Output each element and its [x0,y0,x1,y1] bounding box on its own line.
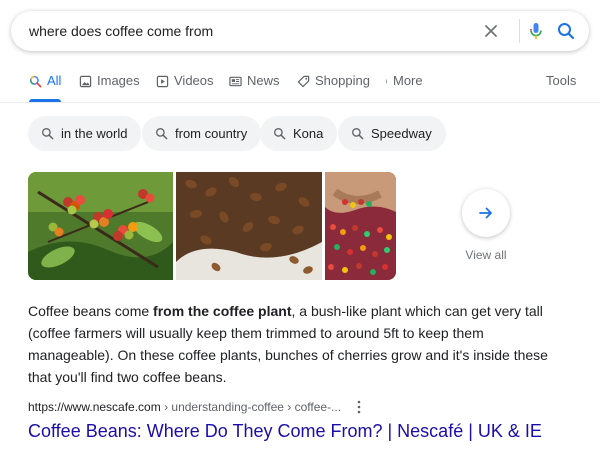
tab-news-label: News [247,73,280,88]
view-all-button[interactable] [462,189,510,237]
image-roasted-beans[interactable] [176,172,322,280]
search-tabs: All Images Videos News Shopping More Too… [0,72,600,102]
image-hands-coffee-cherries[interactable] [325,172,396,280]
snippet-highlight: from the coffee plant [153,303,292,319]
more-vert-icon [386,79,387,84]
search-icon [274,128,286,140]
tabs-divider [0,102,600,103]
chip-from-country[interactable]: from country [142,116,262,151]
result-path: › understanding-coffee › coffee-... [160,400,342,414]
featured-snippet: Coffee beans come from the coffee plant,… [28,300,573,388]
tab-images-label: Images [97,73,140,88]
news-icon [229,76,242,87]
image-results [28,172,396,280]
tools-button[interactable]: Tools [546,72,576,102]
search-divider [519,19,520,43]
mic-icon[interactable] [526,21,546,41]
tab-all-label: All [47,73,62,88]
tab-images[interactable]: Images [79,72,140,102]
tab-shopping[interactable]: Shopping [297,72,370,102]
chip-label: Kona [293,126,324,141]
tab-news[interactable]: News [229,72,280,102]
tab-shopping-label: Shopping [315,73,370,88]
view-all-label[interactable]: View all [450,248,522,262]
search-icon[interactable] [556,21,576,41]
chip-in-the-world[interactable]: in the world [28,116,142,151]
image-coffee-cherries-branch[interactable] [28,172,173,280]
search-icon [156,128,168,140]
image-icon [79,75,92,88]
tab-videos[interactable]: Videos [156,72,214,102]
tab-videos-label: Videos [174,73,214,88]
more-vert-icon [357,400,361,414]
chip-label: from country [175,126,248,141]
result-title-link[interactable]: Coffee Beans: Where Do They Come From? |… [28,420,542,442]
chip-kona[interactable]: Kona [260,116,338,151]
result-domain: https://www.nescafe.com [28,400,161,414]
snippet-text-before: Coffee beans come [28,303,154,319]
result-url[interactable]: https://www.nescafe.com › understanding-… [28,399,341,415]
tools-label: Tools [546,73,577,88]
chip-label: in the world [61,126,128,141]
search-icon [352,128,364,140]
tab-more[interactable]: More [384,72,423,102]
chip-speedway[interactable]: Speedway [338,116,446,151]
search-bar[interactable]: where does coffee come from [11,11,589,51]
clear-icon[interactable] [481,21,501,41]
video-icon [156,75,169,88]
search-input[interactable]: where does coffee come from [29,11,213,51]
search-icon [29,75,42,88]
tag-icon [297,75,310,88]
arrow-right-icon [479,207,492,219]
search-icon [42,128,54,140]
result-options-button[interactable] [356,399,362,415]
tab-all[interactable]: All [29,72,62,102]
tab-more-label: More [393,73,423,88]
chip-label: Speedway [371,126,432,141]
